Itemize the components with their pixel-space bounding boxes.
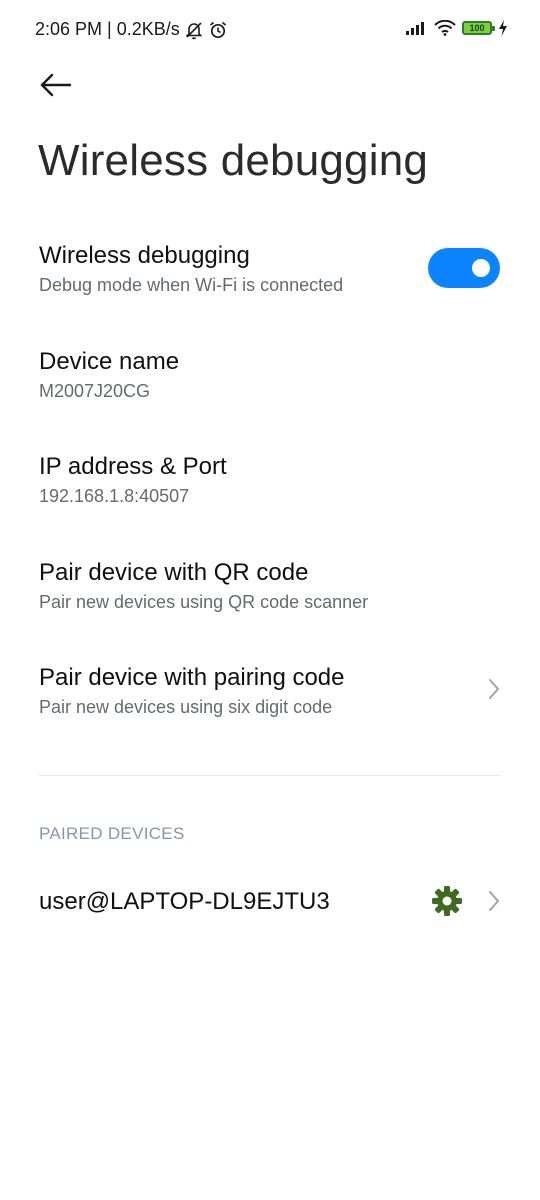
status-left: 2:06 PM | 0.2KB/s [35, 19, 228, 40]
wireless-debugging-subtitle: Debug mode when Wi-Fi is connected [39, 275, 344, 295]
muted-bell-icon [185, 21, 203, 39]
back-arrow-icon[interactable] [36, 68, 76, 102]
paired-device-name: user@LAPTOP-DL9EJTU3 [39, 888, 330, 915]
pair-qr-title: Pair device with QR code [39, 559, 309, 586]
wifi-icon [434, 20, 456, 36]
status-time-speed: 2:06 PM | 0.2KB/s [35, 19, 180, 39]
battery-level: 100 [469, 23, 485, 33]
device-name-value: M2007J20CG [39, 381, 151, 401]
ip-address-value: 192.168.1.8:40507 [39, 486, 190, 506]
status-right: 100 [406, 20, 508, 36]
chevron-right-icon [489, 891, 499, 911]
ip-address-title: IP address & Port [39, 453, 227, 480]
pair-code-row[interactable]: Pair device with pairing code Pair new d… [0, 652, 540, 742]
alarm-icon [209, 21, 226, 38]
ip-address-row[interactable]: IP address & Port 192.168.1.8:40507 [0, 441, 540, 531]
chevron-right-icon [489, 679, 499, 699]
paired-devices-header: PAIRED DEVICES [39, 824, 185, 843]
wireless-debugging-title: Wireless debugging [39, 242, 250, 269]
page-title: Wireless debugging [38, 136, 429, 185]
pair-qr-row[interactable]: Pair device with QR code Pair new device… [0, 547, 540, 637]
device-name-title: Device name [39, 348, 180, 375]
paired-device-row[interactable]: user@LAPTOP-DL9EJTU3 [0, 870, 540, 932]
signal-icon [406, 22, 424, 35]
device-name-row[interactable]: Device name M2007J20CG [0, 336, 540, 426]
section-divider [39, 775, 501, 776]
status-bar: 2:06 PM | 0.2KB/s 100 [0, 0, 540, 60]
toggle-knob [472, 259, 490, 277]
gear-icon[interactable] [430, 884, 464, 918]
battery-icon: 100 [462, 21, 495, 35]
wireless-debugging-toggle[interactable] [428, 248, 500, 288]
pair-qr-subtitle: Pair new devices using QR code scanner [39, 592, 369, 612]
charging-icon [499, 20, 507, 36]
pair-code-title: Pair device with pairing code [39, 664, 345, 691]
pair-code-subtitle: Pair new devices using six digit code [39, 697, 333, 717]
